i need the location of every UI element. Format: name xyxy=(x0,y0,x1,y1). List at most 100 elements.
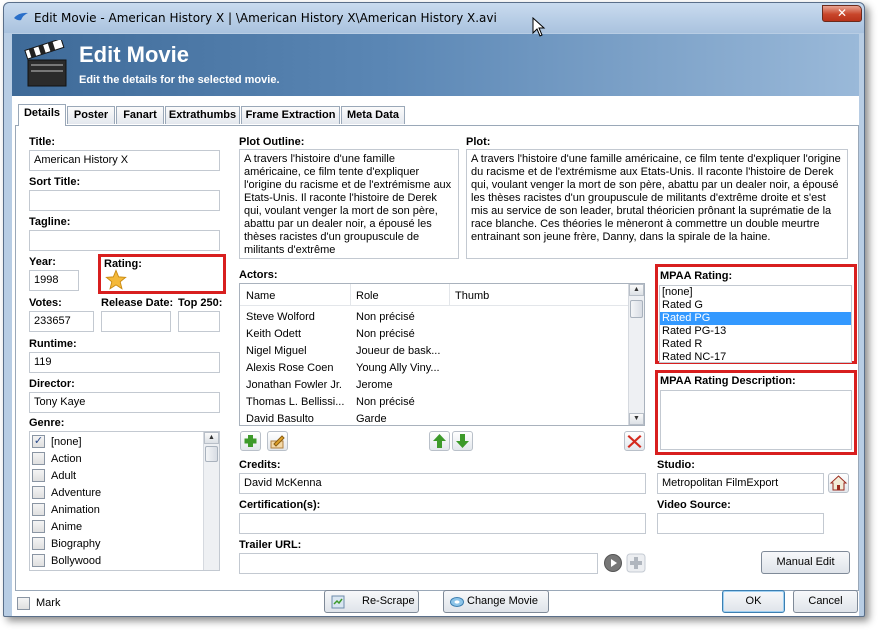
checkbox-icon[interactable] xyxy=(32,452,45,465)
scroll-up-icon[interactable]: ▲ xyxy=(629,284,644,296)
mark-checkbox[interactable]: Mark xyxy=(17,595,77,611)
play-trailer-button[interactable] xyxy=(603,553,623,573)
director-field[interactable]: Tony Kaye xyxy=(29,392,220,413)
scroll-thumb[interactable] xyxy=(630,300,643,318)
genre-label: Action xyxy=(51,452,82,465)
checked-checkbox-icon[interactable]: ✓ xyxy=(32,435,45,448)
tab-details[interactable]: Details xyxy=(18,104,66,126)
mpaa-description-field[interactable] xyxy=(660,390,852,450)
actors-scrollbar[interactable]: ▲ ▼ xyxy=(628,284,644,425)
rescrape-icon xyxy=(331,595,345,609)
director-label: Director: xyxy=(29,378,75,390)
genre-item[interactable]: Biography xyxy=(32,535,202,552)
actors-table[interactable]: Name Role Thumb Steve Wolford Non précisé… xyxy=(239,283,645,426)
pencil-icon xyxy=(270,435,285,449)
manual-edit-button[interactable]: Manual Edit xyxy=(761,551,850,574)
plot-outline-field[interactable]: A travers l'histoire d'une famille améri… xyxy=(239,149,459,259)
mpaa-option[interactable]: [none] xyxy=(660,286,851,299)
actor-role: Jerome xyxy=(356,379,393,391)
plus-grey-icon xyxy=(626,553,646,573)
checkbox-icon[interactable] xyxy=(32,520,45,533)
mpaa-option[interactable]: Rated PG-13 xyxy=(660,325,851,338)
genre-item[interactable]: Adult xyxy=(32,467,202,484)
tab-fanart[interactable]: Fanart xyxy=(116,106,164,124)
tab-extrathumbs[interactable]: Extrathumbs xyxy=(165,106,240,124)
column-name[interactable]: Name xyxy=(246,290,275,302)
release-date-field[interactable] xyxy=(101,311,171,332)
column-role[interactable]: Role xyxy=(356,290,379,302)
add-trailer-button[interactable] xyxy=(626,553,646,573)
actor-name: Keith Odett xyxy=(246,328,302,340)
mpaa-option[interactable]: Rated PG xyxy=(660,312,851,325)
certification-field[interactable] xyxy=(239,513,646,534)
genre-item[interactable]: Anime xyxy=(32,518,202,535)
table-row[interactable]: Thomas L. Bellissi... Non précisé xyxy=(240,394,630,411)
window-title: Edit Movie - American History X | \Ameri… xyxy=(34,11,497,25)
genre-item[interactable]: ✓ [none] xyxy=(32,433,202,450)
checkbox-icon[interactable] xyxy=(32,469,45,482)
runtime-field[interactable]: 119 xyxy=(29,352,220,373)
rating-star-icon[interactable] xyxy=(105,269,127,291)
title-field[interactable]: American History X xyxy=(29,150,220,171)
tab-meta-data[interactable]: Meta Data xyxy=(341,106,405,124)
trailer-url-field[interactable] xyxy=(239,553,598,574)
scroll-down-icon[interactable]: ▼ xyxy=(629,413,644,425)
table-row[interactable]: Alexis Rose Coen Young Ally Viny... xyxy=(240,360,630,377)
table-row[interactable]: David Basulto Garde xyxy=(240,411,630,425)
genre-item[interactable]: Animation xyxy=(32,501,202,518)
tagline-label: Tagline: xyxy=(29,216,71,228)
votes-field[interactable]: 233657 xyxy=(29,311,94,332)
sort-title-field[interactable] xyxy=(29,190,220,211)
mpaa-rating-list[interactable]: [none] Rated G Rated PG Rated PG-13 Rated RR… xyxy=(659,285,852,363)
checkbox-icon[interactable] xyxy=(32,503,45,516)
scroll-thumb[interactable] xyxy=(205,446,218,462)
checkbox-icon[interactable] xyxy=(32,554,45,567)
column-divider xyxy=(350,284,351,306)
move-down-button[interactable] xyxy=(452,431,473,451)
plot-field[interactable]: A travers l'histoire d'une famille améri… xyxy=(466,149,848,259)
cancel-button[interactable]: Cancel xyxy=(793,590,858,613)
table-row[interactable]: Nigel Miguel Joueur de bask... xyxy=(240,343,630,360)
genre-item[interactable]: Bollywood xyxy=(32,552,202,569)
actor-role: Non précisé xyxy=(356,396,415,408)
add-actor-button[interactable] xyxy=(240,431,261,451)
rating-highlight: Rating: xyxy=(98,254,226,294)
change-movie-button[interactable]: Change Movie xyxy=(443,590,549,613)
mpaa-option[interactable]: Rated G xyxy=(660,299,851,312)
table-row[interactable]: Jonathan Fowler Jr. Jerome xyxy=(240,377,630,394)
clapperboard-icon xyxy=(24,40,67,87)
credits-field[interactable]: David McKenna xyxy=(239,473,646,494)
ok-button[interactable]: OK xyxy=(722,590,785,613)
studio-lookup-button[interactable] xyxy=(828,473,849,493)
title-bar[interactable]: Edit Movie - American History X | \Ameri… xyxy=(4,3,864,33)
actors-header: Name Role Thumb xyxy=(240,284,630,306)
mpaa-option[interactable]: Rated NC-17 xyxy=(660,351,851,362)
genre-scrollbar[interactable]: ▲ xyxy=(203,432,219,570)
tagline-field[interactable] xyxy=(29,230,220,251)
checkbox-icon[interactable] xyxy=(32,537,45,550)
genre-label: Bollywood xyxy=(51,554,102,567)
column-thumb[interactable]: Thumb xyxy=(455,290,489,302)
genre-item[interactable]: Adventure xyxy=(32,484,202,501)
tab-poster[interactable]: Poster xyxy=(67,106,115,124)
checkbox-icon[interactable] xyxy=(32,486,45,499)
table-row[interactable]: Steve Wolford Non précisé xyxy=(240,309,630,326)
scroll-up-icon[interactable]: ▲ xyxy=(204,432,219,444)
edit-actor-button[interactable] xyxy=(267,431,288,451)
genre-list[interactable]: ✓ [none] Action Adult Adventure Animation Anim… xyxy=(29,431,220,571)
studio-field[interactable]: Metropolitan FilmExport xyxy=(657,473,824,494)
genre-item[interactable]: Action xyxy=(32,450,202,467)
video-source-field[interactable] xyxy=(657,513,824,534)
close-button[interactable]: ✕ xyxy=(822,5,862,22)
year-field[interactable]: 1998 xyxy=(29,270,79,291)
move-up-button[interactable] xyxy=(429,431,450,451)
actor-role: Non précisé xyxy=(356,328,415,340)
table-row[interactable]: Keith Odett Non précisé xyxy=(240,326,630,343)
tab-frame-extraction[interactable]: Frame Extraction xyxy=(241,106,340,124)
mark-checkbox-box[interactable] xyxy=(17,596,30,610)
remove-actor-button[interactable] xyxy=(624,431,645,451)
column-divider xyxy=(449,284,450,306)
mpaa-option[interactable]: Rated R xyxy=(660,338,851,351)
top250-field[interactable] xyxy=(178,311,220,332)
rescrape-button[interactable]: Re-Scrape xyxy=(324,590,419,613)
